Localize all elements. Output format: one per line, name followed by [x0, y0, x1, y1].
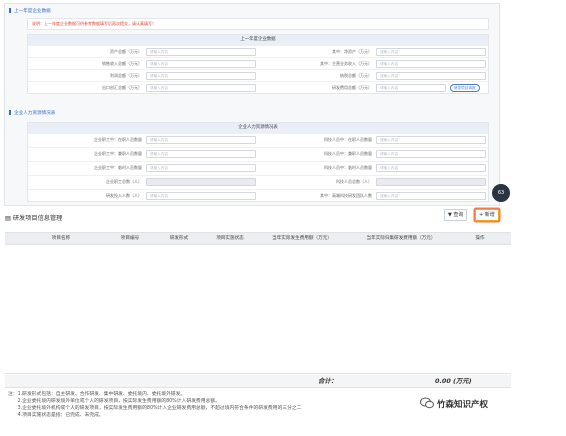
floating-progress-badge[interactable]: 63: [492, 184, 510, 202]
total-profit-input[interactable]: 请输入内容: [146, 72, 256, 80]
form-row: 企业职工中：兼职人员数量 请输入内容 科技人员中：兼职人员数量 请输入内容: [28, 147, 488, 159]
net-assets-input[interactable]: 请输入内容: [376, 48, 486, 56]
form-row: 企业职工总数（人） 科技人员总数（人）: [28, 175, 488, 187]
table-body: [5, 246, 511, 374]
hr-data-card: 企业人力资源情况表 企业职工中：在职人员数量 请输入内容 科技人员中：在职人员数…: [27, 122, 489, 202]
list-icon: ▤: [5, 215, 11, 222]
field-label: 企业职工中：兼职人员数量: [94, 151, 142, 156]
field-label: 企业职工中：在职人员数量: [94, 137, 142, 142]
column-header: 当年实际发生费用额（万元）: [272, 236, 332, 241]
sales-revenue-input[interactable]: 请输入内容: [146, 60, 256, 68]
export-earnings-input[interactable]: 请输入内容: [146, 84, 256, 92]
watermark-text: 竹森知识产权: [437, 400, 489, 410]
form-row: 销售收入总额（万元） 请输入内容 其中：主营业务收入（万元） 请输入内容: [28, 57, 488, 69]
tech-fulltime-input[interactable]: 请输入内容: [376, 136, 486, 144]
tech-total-field: [376, 178, 486, 186]
section-title-hr: 企业人力资源情况表: [9, 110, 55, 116]
footnote-line: 3.企业委托境外机构或个人的研发项目，按实际发生费用额的80%计入企业研发费用总…: [8, 406, 302, 411]
staff-total-field: [146, 178, 256, 186]
card-title: 上一年度企业数据: [28, 35, 488, 45]
form-row: 研发投入人数（人） 请输入内容 其中：高端科技研发团队人数 请输入内容: [28, 189, 488, 201]
notice-text: 说明：上一年度企业数据可供参考数据填写后再次提交，请认真填写！: [27, 18, 489, 30]
footnote-line: 4.项目实施状态是指：已完成、未完成。: [8, 413, 104, 418]
add-button[interactable]: + 新增: [475, 209, 499, 221]
field-label: 研发费用总额（万元）: [332, 85, 372, 90]
field-label: 科技人员总数（人）: [336, 179, 372, 184]
rd-project-fill-button[interactable]: 研发项目填报: [450, 84, 480, 92]
footnote-line: 注：1.研发形式包括：自主研发、合作研发、集中研发、委托境内、委托境外研发。: [8, 392, 186, 397]
total-tax-input[interactable]: 请输入内容: [376, 72, 486, 80]
column-header: 操作: [475, 236, 485, 241]
field-label: 科技人员中：在职人员数量: [324, 137, 372, 142]
column-header: 当年实际归集研发费用额（万元）: [366, 236, 436, 241]
tech-parttime-input[interactable]: 请输入内容: [376, 150, 486, 158]
staff-fulltime-input[interactable]: 请输入内容: [146, 136, 256, 144]
card-title: 企业人力资源情况表: [28, 123, 488, 133]
tech-temporary-input[interactable]: 请输入内容: [376, 164, 486, 172]
footnote-line: 2.企业委托境内研发境外单位或个人的研发项目，按实际发生费用额的80%计入研发费…: [8, 399, 220, 404]
rd-project-management-title: ▤ 研发项目信息管理: [5, 215, 63, 222]
staff-temporary-input[interactable]: 请输入内容: [146, 164, 256, 172]
main-business-income-input[interactable]: 请输入内容: [376, 60, 486, 68]
column-header: 研发形式: [169, 236, 189, 241]
wechat-icon: [420, 397, 434, 409]
last-year-data-card: 上一年度企业数据 资产总额（万元） 请输入内容 其中：净资产（万元） 请输入内容…: [27, 34, 489, 94]
form-row: 企业职工中：在职人员数量 请输入内容 科技人员中：在职人员数量 请输入内容: [28, 133, 488, 145]
sum-value: 0.00 (万元): [435, 377, 472, 385]
section-title-last-year: 上一年度企业数据: [9, 8, 51, 14]
field-label: 企业职工总数（人）: [106, 179, 142, 184]
staff-parttime-input[interactable]: 请输入内容: [146, 150, 256, 158]
field-label: 企业职工中：临时人员数量: [94, 165, 142, 170]
form-row: 出口创汇总额（万元） 请输入内容 研发费用总额（万元） 请输入内容 研发项目填报: [28, 81, 488, 93]
form-row: 企业职工中：临时人员数量 请输入内容 科技人员中：临时人员数量 请输入内容: [28, 161, 488, 173]
form-row: 资产总额（万元） 请输入内容 其中：净资产（万元） 请输入内容: [28, 45, 488, 57]
footnotes: 注：1.研发形式包括：自主研发、合作研发、集中研发、委托境内、委托境外研发。 2…: [8, 391, 408, 419]
senior-rd-team-input[interactable]: 请输入内容: [376, 192, 486, 200]
field-label: 科技人员中：临时人员数量: [324, 165, 372, 170]
rd-expense-input[interactable]: 请输入内容: [376, 84, 446, 92]
rd-staff-input[interactable]: 请输入内容: [146, 192, 256, 200]
query-button[interactable]: ▼ 查询: [444, 209, 468, 221]
field-label: 出口创汇总额（万元）: [102, 85, 142, 90]
field-label: 研发投入人数（人）: [106, 193, 142, 198]
column-header: 项目实施状态: [216, 236, 244, 241]
field-label: 其中：高端科技研发团队人数: [320, 193, 372, 198]
field-label: 科技人员中：兼职人员数量: [324, 151, 372, 156]
table-footer: 合计： 0.00 (万元): [5, 375, 511, 388]
form-row: 利润总额（万元） 请输入内容 纳税总额（万元） 请输入内容: [28, 69, 488, 81]
sum-label: 合计：: [318, 377, 338, 385]
column-header: 项目名称: [51, 236, 71, 241]
total-assets-input[interactable]: 请输入内容: [146, 48, 256, 56]
column-header: 项目编号: [120, 236, 140, 241]
table-header: 项目名称 项目编号 研发形式 项目实施状态 当年实际发生费用额（万元） 当年实际…: [5, 232, 511, 245]
